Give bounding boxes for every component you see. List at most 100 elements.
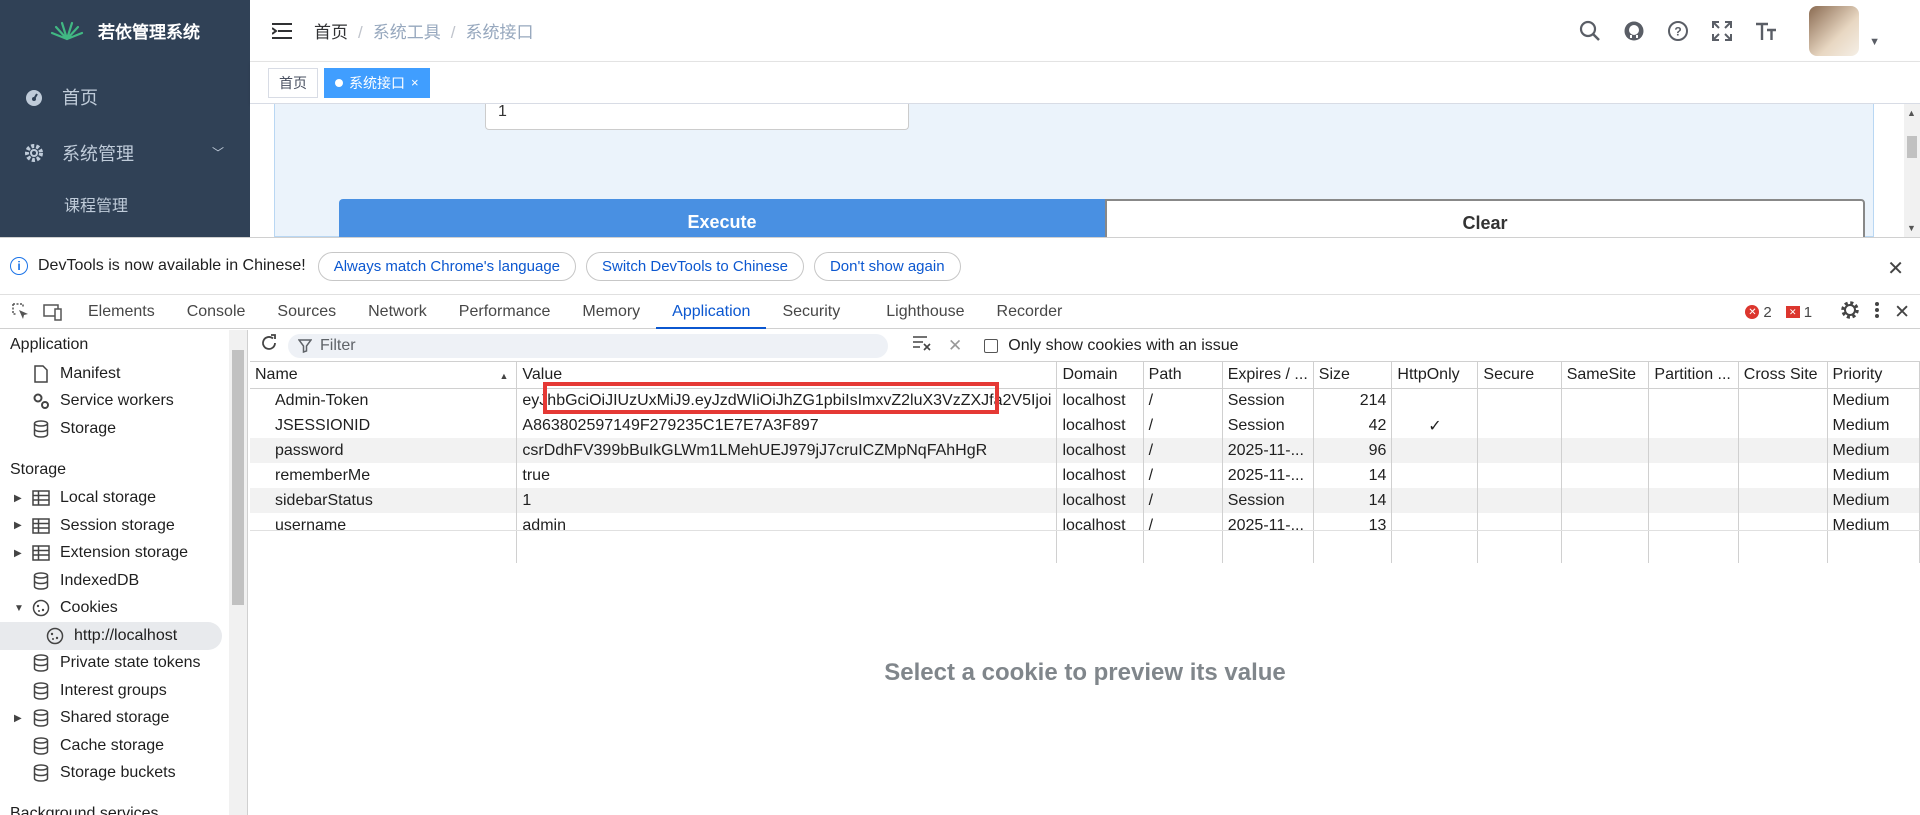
table-cell bbox=[1561, 438, 1650, 463]
search-icon[interactable] bbox=[1577, 18, 1603, 44]
breadcrumb: 首页 / 系统工具 / 系统接口 bbox=[314, 23, 534, 42]
issue-icon: ✕ bbox=[1785, 306, 1800, 318]
sidebar-item-local-storage[interactable]: ▶ Local storage bbox=[0, 485, 247, 513]
sidebar-item-label: Storage bbox=[60, 419, 117, 437]
breadcrumb-home[interactable]: 首页 bbox=[314, 23, 348, 42]
menu-item-system[interactable]: 系统管理 ﹀ bbox=[0, 118, 250, 188]
tab-performance[interactable]: Performance bbox=[443, 295, 567, 329]
sidebar-item-interest-groups[interactable]: Interest groups bbox=[0, 677, 247, 705]
sidebar-item-extension-storage[interactable]: ▶ Extension storage bbox=[0, 540, 247, 568]
tab-recorder[interactable]: Recorder bbox=[981, 295, 1079, 329]
column-header-priority[interactable]: Priority bbox=[1827, 362, 1920, 389]
close-icon[interactable]: ✕ bbox=[1887, 256, 1904, 281]
table-cell: sidebarStatus bbox=[250, 488, 518, 513]
scrollbar-thumb[interactable] bbox=[1907, 136, 1917, 158]
devtools: i DevTools is now available in Chinese! … bbox=[0, 237, 1920, 815]
help-icon[interactable]: ? bbox=[1665, 18, 1691, 44]
close-icon[interactable]: × bbox=[411, 75, 419, 90]
tab-lighthouse[interactable]: Lighthouse bbox=[870, 295, 980, 329]
fullscreen-icon[interactable] bbox=[1709, 18, 1735, 44]
font-size-icon[interactable] bbox=[1753, 18, 1779, 44]
tab-console[interactable]: Console bbox=[171, 295, 262, 329]
tag-system-api[interactable]: 系统接口 × bbox=[324, 67, 430, 98]
expand-arrow-icon[interactable]: ▶ bbox=[14, 713, 22, 724]
param-input[interactable]: 1 bbox=[485, 104, 909, 130]
close-devtools-icon[interactable]: ✕ bbox=[1894, 301, 1910, 324]
tab-sources[interactable]: Sources bbox=[261, 295, 352, 329]
settings-icon[interactable] bbox=[1840, 300, 1860, 325]
table-cell: localhost bbox=[1056, 463, 1144, 488]
tab-memory[interactable]: Memory bbox=[566, 295, 656, 329]
table-row[interactable]: JSESSIONID A863802597149F279235C1E7E7A3F8… bbox=[250, 413, 1920, 438]
scroll-down-icon[interactable]: ▼ bbox=[1907, 223, 1916, 233]
table-row[interactable]: password csrDdhFV399bBuIkGLWm1LMehUEJ979j… bbox=[250, 438, 1920, 463]
avatar[interactable] bbox=[1809, 6, 1860, 56]
dont-show-again-button[interactable]: Don't show again bbox=[813, 251, 961, 281]
inspect-element-icon[interactable] bbox=[10, 302, 32, 322]
warning-badge[interactable]: ✕ 1 bbox=[1785, 304, 1812, 321]
only-issue-checkbox[interactable] bbox=[984, 338, 999, 353]
sidebar-scrollbar[interactable] bbox=[229, 330, 247, 815]
table-cell: Admin-Token bbox=[250, 388, 518, 413]
column-header-samesite[interactable]: SameSite bbox=[1561, 362, 1650, 389]
github-icon[interactable] bbox=[1621, 18, 1647, 44]
expand-arrow-icon[interactable]: ▶ bbox=[14, 548, 22, 559]
delete-selected-icon[interactable]: ✕ bbox=[948, 336, 962, 356]
sidebar-item-service-workers[interactable]: Service workers bbox=[0, 388, 247, 416]
tab-elements[interactable]: Elements bbox=[72, 295, 171, 329]
match-language-button[interactable]: Always match Chrome's language bbox=[317, 251, 577, 281]
sidebar-item-shared-storage[interactable]: ▶ Shared storage bbox=[0, 705, 247, 733]
scroll-up-icon[interactable]: ▲ bbox=[1907, 108, 1916, 118]
content-scrollbar[interactable]: ▲ ▼ bbox=[1904, 104, 1920, 237]
table-cell: localhost bbox=[1056, 438, 1144, 463]
column-header-cross-site[interactable]: Cross Site bbox=[1738, 362, 1828, 389]
submenu-item[interactable]: 课程管理 bbox=[0, 192, 250, 222]
sidebar-item-manifest[interactable]: Manifest bbox=[0, 360, 247, 388]
column-header-secure[interactable]: Secure bbox=[1477, 362, 1562, 389]
column-header-expires[interactable]: Expires / ... bbox=[1222, 362, 1314, 389]
table-row[interactable]: rememberMe true localhost/2025-11-... 14 Med… bbox=[250, 463, 1920, 488]
tab-network[interactable]: Network bbox=[352, 295, 443, 329]
column-header-size[interactable]: Size bbox=[1313, 362, 1393, 389]
hamburger-icon[interactable] bbox=[272, 22, 294, 40]
column-header-name[interactable]: Name ▲ bbox=[250, 362, 518, 389]
sidebar-item-storage-overview[interactable]: Storage bbox=[0, 415, 247, 443]
scrollbar-thumb[interactable] bbox=[232, 350, 244, 605]
expand-arrow-icon[interactable]: ▶ bbox=[14, 520, 22, 531]
table-cell: Medium bbox=[1827, 463, 1920, 488]
device-toolbar-icon[interactable] bbox=[42, 302, 64, 322]
clear-button[interactable]: Clear bbox=[1105, 199, 1865, 237]
switch-language-button[interactable]: Switch DevTools to Chinese bbox=[586, 251, 804, 281]
caret-down-icon[interactable]: ▼ bbox=[1869, 36, 1880, 48]
tab-security[interactable]: Security bbox=[766, 295, 856, 329]
column-header-partition[interactable]: Partition ... bbox=[1648, 362, 1739, 389]
error-count: 2 bbox=[1763, 303, 1772, 321]
sidebar: 若依管理系统 首页 系统管理 ﹀ 课程管理 bbox=[0, 0, 250, 237]
sidebar-item-cookies[interactable]: ▼ Cookies bbox=[0, 595, 247, 623]
more-options-icon[interactable] bbox=[1874, 301, 1880, 324]
database-icon bbox=[32, 420, 50, 438]
clear-filtered-icon[interactable] bbox=[912, 335, 932, 356]
sidebar-item-cookie-origin[interactable]: http://localhost bbox=[0, 622, 222, 650]
sidebar-item-cache-storage[interactable]: Cache storage bbox=[0, 732, 247, 760]
sidebar-item-private-state-tokens[interactable]: Private state tokens bbox=[0, 650, 247, 678]
column-header-domain[interactable]: Domain bbox=[1056, 362, 1144, 389]
table-row[interactable]: Admin-Token eyJhbGciOiJIUzUxMiJ9.eyJzdWIi… bbox=[250, 388, 1920, 413]
tag-home[interactable]: 首页 bbox=[268, 67, 318, 98]
error-badge[interactable]: ✕ 2 bbox=[1745, 303, 1772, 321]
table-row[interactable]: sidebarStatus 1 localhost / Session 14 Medium bbox=[250, 488, 1920, 513]
column-header-httponly[interactable]: HttpOnly bbox=[1391, 362, 1479, 389]
tab-application[interactable]: Application bbox=[656, 295, 767, 329]
sidebar-item-label: http://localhost bbox=[74, 626, 178, 644]
refresh-icon[interactable] bbox=[260, 334, 278, 357]
sidebar-item-session-storage[interactable]: ▶ Session storage bbox=[0, 512, 247, 540]
expand-arrow-icon[interactable]: ▶ bbox=[14, 493, 22, 504]
table-cell: 2025-11-... bbox=[1222, 438, 1314, 463]
execute-button[interactable]: Execute bbox=[339, 199, 1105, 237]
sidebar-item-indexeddb[interactable]: IndexedDB bbox=[0, 567, 247, 595]
filter-input[interactable]: Filter bbox=[288, 333, 888, 358]
table-cell: Medium bbox=[1827, 388, 1920, 413]
sidebar-item-storage-buckets[interactable]: Storage buckets bbox=[0, 760, 247, 788]
collapse-arrow-icon[interactable]: ▼ bbox=[14, 603, 24, 614]
column-header-path[interactable]: Path bbox=[1143, 362, 1223, 389]
